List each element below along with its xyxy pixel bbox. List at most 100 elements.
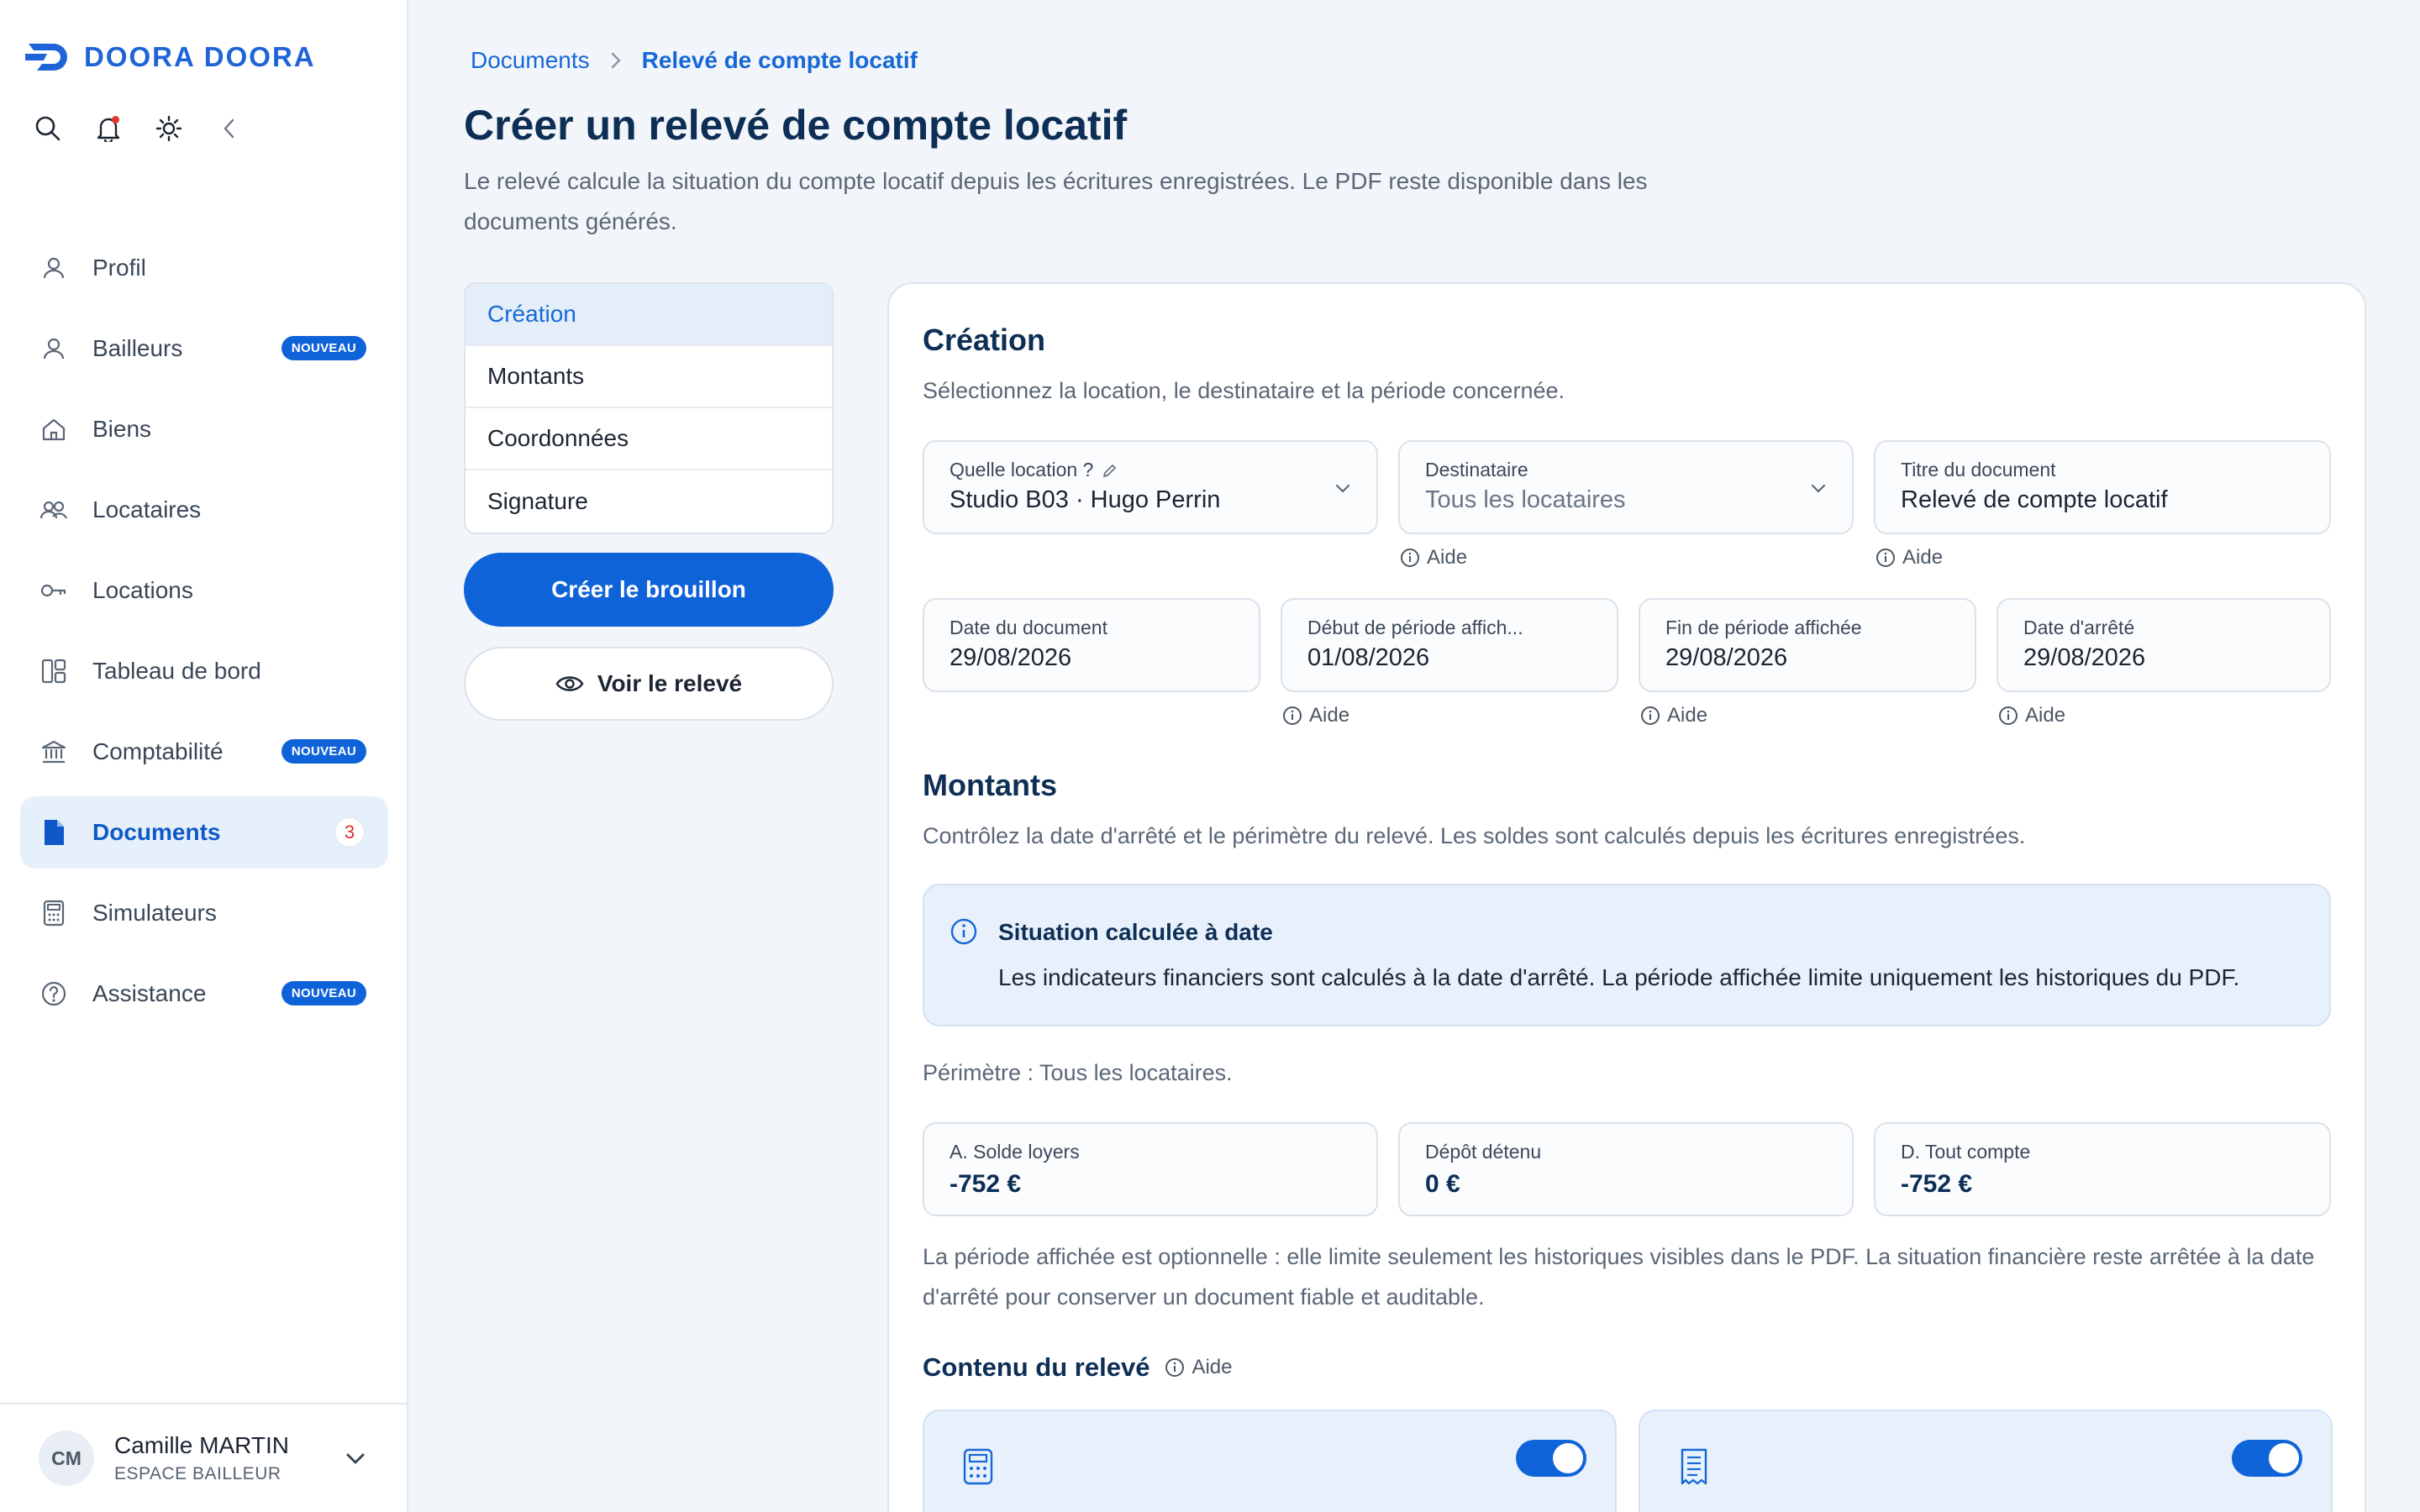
home-icon — [39, 414, 69, 444]
preview-button[interactable]: Voir le relevé — [464, 647, 834, 721]
help-link-content[interactable]: Aide — [1165, 1356, 1232, 1379]
info-icon — [950, 918, 977, 945]
location-label: Quelle location ? — [950, 459, 1351, 481]
search-icon[interactable] — [34, 114, 62, 143]
section-creation-title: Création — [923, 323, 1046, 357]
document-date-value: 29/08/2026 — [950, 644, 1072, 671]
kpi-label: D. Tout compte — [1901, 1141, 2031, 1163]
bank-icon — [39, 737, 69, 767]
period-start-value: 01/08/2026 — [1307, 644, 1430, 671]
section-creation-description: Sélectionnez la location, le destinatair… — [923, 378, 1565, 403]
help-icon — [39, 979, 69, 1009]
period-start-input[interactable]: Début de période affich... 01/08/2026 — [1281, 598, 1618, 692]
sidebar-item-label: Profil — [92, 255, 146, 281]
bell-icon[interactable] — [94, 114, 123, 143]
user-icon — [39, 253, 69, 283]
section-montants-description: Contrôlez la date d'arrêté et le périmèt… — [923, 823, 2026, 848]
documents-count-badge: 3 — [334, 817, 365, 848]
info-icon — [1165, 1358, 1185, 1377]
location-value: Studio B03 · Hugo Perrin — [950, 486, 1221, 513]
sidebar-nav: Profil Bailleurs NOUVEAU Biens Locataire… — [20, 232, 388, 1038]
recipient-label: Destinataire — [1425, 459, 1528, 480]
user-icon — [39, 333, 69, 364]
sidebar-toolbar — [34, 114, 244, 143]
dashboard-icon — [39, 656, 69, 686]
document-title-input[interactable]: Titre du document Relevé de compte locat… — [1874, 440, 2331, 534]
info-icon — [1401, 549, 1419, 567]
kpi-tout-compte: D. Tout compte -752 € — [1874, 1122, 2331, 1216]
sidebar: DOORA DOORA Profil Bailleurs NOUVEAU Bie… — [0, 0, 408, 1512]
sidebar-item-label: Simulateurs — [92, 900, 217, 926]
step-signature[interactable]: Signature — [466, 470, 832, 533]
chevron-right-icon — [611, 52, 621, 69]
kpi-depot-detenu: Dépôt détenu 0 € — [1398, 1122, 1854, 1216]
document-title-label: Titre du document — [1901, 459, 2056, 480]
users-icon — [39, 495, 69, 525]
user-menu[interactable]: CM Camille MARTIN ESPACE BAILLEUR — [0, 1403, 408, 1512]
info-callout-title: Situation calculée à date — [998, 919, 1273, 945]
kpi-value: -752 € — [950, 1170, 1022, 1198]
content-title: Contenu du relevé — [923, 1352, 1150, 1382]
chevron-down-icon — [1811, 484, 1826, 493]
sidebar-item-documents[interactable]: Documents 3 — [20, 796, 388, 869]
sidebar-item-bailleurs[interactable]: Bailleurs NOUVEAU — [20, 312, 388, 385]
info-icon — [1283, 706, 1302, 725]
location-select[interactable]: Quelle location ? Studio B03 · Hugo Perr… — [923, 440, 1378, 534]
help-link-recipient[interactable]: Aide — [1400, 546, 1467, 570]
sidebar-item-comptabilite[interactable]: Comptabilité NOUVEAU — [20, 716, 388, 788]
option-toggle[interactable] — [1516, 1440, 1586, 1477]
help-link-period-start[interactable]: Aide — [1282, 704, 1349, 727]
document-date-label: Date du document — [950, 617, 1107, 638]
step-creation[interactable]: Création — [466, 284, 832, 346]
preview-button-label: Voir le relevé — [597, 670, 743, 696]
kpi-value: -752 € — [1901, 1170, 1973, 1198]
info-callout: Situation calculée à date Les indicateur… — [923, 884, 2331, 1026]
chevron-down-icon[interactable] — [343, 1446, 368, 1472]
sidebar-item-biens[interactable]: Biens — [20, 393, 388, 465]
sidebar-item-tableau-de-bord[interactable]: Tableau de bord — [20, 635, 388, 707]
pencil-icon[interactable] — [1102, 462, 1118, 479]
option-toggle[interactable] — [2232, 1440, 2302, 1477]
sidebar-item-label: Comptabilité — [92, 738, 224, 764]
stop-date-input[interactable]: Date d'arrêté 29/08/2026 — [1996, 598, 2331, 692]
receipt-icon — [1681, 1448, 1707, 1485]
page-description: Le relevé calcule la situation du compte… — [464, 168, 1648, 234]
sidebar-item-locataires[interactable]: Locataires — [20, 474, 388, 546]
content-option-card[interactable] — [923, 1410, 1617, 1512]
help-link-title[interactable]: Aide — [1876, 546, 1943, 570]
step-montants[interactable]: Montants — [466, 346, 832, 408]
period-note: La période affichée est optionnelle : el… — [923, 1244, 2315, 1310]
brand-name: DOORA DOORA — [84, 41, 316, 72]
chevron-down-icon — [1335, 484, 1350, 493]
help-link-stop-date[interactable]: Aide — [1998, 704, 2065, 727]
avatar: CM — [39, 1431, 94, 1486]
new-badge: NOUVEAU — [281, 336, 366, 360]
section-montants-title: Montants — [923, 768, 1057, 802]
document-title-value: Relevé de compte locatif — [1901, 486, 2168, 513]
step-coordonnees[interactable]: Coordonnées — [466, 408, 832, 470]
kpi-label: Dépôt détenu — [1425, 1141, 1542, 1163]
document-date-input[interactable]: Date du document 29/08/2026 — [923, 598, 1260, 692]
brand-logo[interactable]: DOORA DOORA — [25, 40, 316, 74]
info-icon — [1876, 549, 1895, 567]
calculator-icon — [39, 898, 69, 928]
create-draft-button[interactable]: Créer le brouillon — [464, 553, 834, 627]
collapse-icon[interactable] — [215, 114, 244, 143]
perimeter-text: Périmètre : Tous les locataires. — [923, 1060, 1233, 1085]
document-icon — [39, 817, 69, 848]
sidebar-item-simulateurs[interactable]: Simulateurs — [20, 877, 388, 949]
main-content: Documents Relevé de compte locatif Créer… — [408, 0, 2420, 1512]
sun-icon[interactable] — [155, 114, 183, 143]
recipient-select[interactable]: Destinataire Tous les locataires — [1398, 440, 1854, 534]
info-icon — [1641, 706, 1660, 725]
kpi-label: A. Solde loyers — [950, 1141, 1080, 1163]
toggle-knob — [1553, 1443, 1583, 1473]
content-option-card[interactable] — [1639, 1410, 2333, 1512]
breadcrumb-documents[interactable]: Documents — [471, 47, 590, 74]
help-link-period-end[interactable]: Aide — [1640, 704, 1707, 727]
sidebar-item-assistance[interactable]: Assistance NOUVEAU — [20, 958, 388, 1030]
new-badge: NOUVEAU — [281, 981, 366, 1005]
period-end-input[interactable]: Fin de période affichée 29/08/2026 — [1639, 598, 1976, 692]
sidebar-item-profil[interactable]: Profil — [20, 232, 388, 304]
sidebar-item-locations[interactable]: Locations — [20, 554, 388, 627]
